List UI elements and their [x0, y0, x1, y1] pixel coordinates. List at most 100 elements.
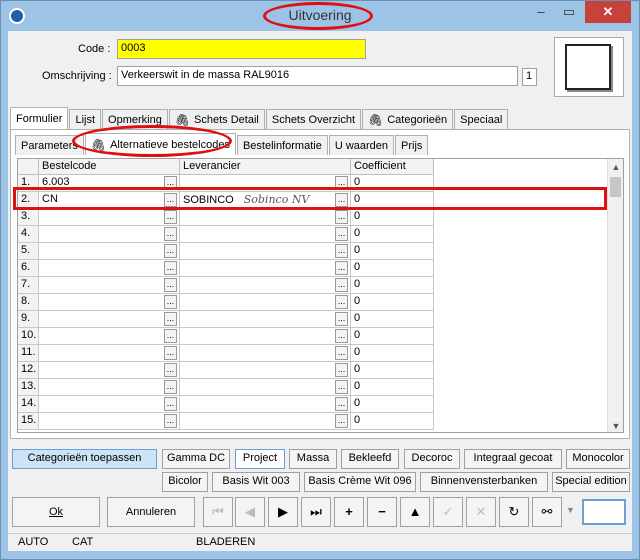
- close-button[interactable]: ✕: [585, 1, 631, 23]
- scroll-down-arrow-icon[interactable]: ▼: [608, 418, 623, 432]
- code-field[interactable]: 0003: [117, 39, 366, 59]
- subtab-u-waarden[interactable]: U waarden: [328, 135, 395, 155]
- coefficient-cell[interactable]: 0: [351, 294, 434, 311]
- coefficient-cell[interactable]: 0: [351, 362, 434, 379]
- prev-record-icon[interactable]: ◀: [235, 497, 265, 527]
- coefficient-cell[interactable]: 0: [351, 209, 434, 226]
- ellipsis-button[interactable]: ...: [164, 261, 177, 275]
- table-row[interactable]: 9. 0......: [18, 311, 438, 328]
- leverancier-cell[interactable]: [180, 362, 351, 379]
- ellipsis-button[interactable]: ...: [164, 312, 177, 326]
- ellipsis-button[interactable]: ...: [335, 397, 348, 411]
- leverancier-cell[interactable]: [180, 260, 351, 277]
- table-row[interactable]: 6. 0......: [18, 260, 438, 277]
- ellipsis-button[interactable]: ...: [164, 363, 177, 377]
- binoculars-search-icon[interactable]: ⚯: [532, 497, 562, 527]
- table-row[interactable]: 10. 0......: [18, 328, 438, 345]
- ellipsis-button[interactable]: ...: [164, 210, 177, 224]
- cat-basis-creme-wit-096-button[interactable]: Basis Crème Wit 096: [304, 472, 416, 492]
- table-row[interactable]: 7. 0......: [18, 277, 438, 294]
- ellipsis-button[interactable]: ...: [335, 261, 348, 275]
- cat-bekleefd-button[interactable]: Bekleefd: [341, 449, 399, 469]
- leverancier-cell[interactable]: [180, 209, 351, 226]
- ellipsis-button[interactable]: ...: [335, 278, 348, 292]
- edit-up-icon[interactable]: ▲: [400, 497, 430, 527]
- leverancier-cell[interactable]: [180, 277, 351, 294]
- leverancier-cell[interactable]: [180, 345, 351, 362]
- table-row[interactable]: 4. 0......: [18, 226, 438, 243]
- ellipsis-button[interactable]: ...: [335, 414, 348, 428]
- table-row[interactable]: 11. 0......: [18, 345, 438, 362]
- ellipsis-button[interactable]: ...: [335, 312, 348, 326]
- leverancier-cell[interactable]: [180, 311, 351, 328]
- ellipsis-button[interactable]: ...: [164, 414, 177, 428]
- last-record-icon[interactable]: ⏭: [301, 497, 331, 527]
- bestelcode-cell[interactable]: [39, 328, 180, 345]
- cat-monocolor-button[interactable]: Monocolor: [566, 449, 630, 469]
- leverancier-cell[interactable]: [180, 396, 351, 413]
- ellipsis-button[interactable]: ...: [335, 210, 348, 224]
- tab-schets-overzicht[interactable]: Schets Overzicht: [265, 109, 361, 129]
- search-dropdown-arrow-icon[interactable]: ▼: [566, 505, 575, 515]
- cat-bicolor-button[interactable]: Bicolor: [162, 472, 208, 492]
- table-row[interactable]: 12. 0......: [18, 362, 438, 379]
- coefficient-cell[interactable]: 0: [351, 396, 434, 413]
- refresh-icon[interactable]: ↻: [499, 497, 529, 527]
- leverancier-cell[interactable]: [180, 413, 351, 430]
- bestelcode-cell[interactable]: [39, 277, 180, 294]
- ellipsis-button[interactable]: ...: [164, 244, 177, 258]
- bestelcode-cell[interactable]: [39, 311, 180, 328]
- coefficient-cell[interactable]: 0: [351, 311, 434, 328]
- ellipsis-button[interactable]: ...: [164, 295, 177, 309]
- coefficient-cell[interactable]: 0: [351, 226, 434, 243]
- coefficient-cell[interactable]: 0: [351, 379, 434, 396]
- header-leverancier[interactable]: Leverancier: [180, 159, 351, 175]
- bestelcode-cell[interactable]: [39, 226, 180, 243]
- annuleren-button[interactable]: Annuleren: [107, 497, 195, 527]
- header-bestelcode[interactable]: Bestelcode: [39, 159, 180, 175]
- ellipsis-button[interactable]: ...: [335, 329, 348, 343]
- bestelcode-cell[interactable]: [39, 413, 180, 430]
- bestelcode-cell[interactable]: [39, 243, 180, 260]
- bestelcode-cell[interactable]: [39, 209, 180, 226]
- leverancier-cell[interactable]: [180, 328, 351, 345]
- cat-integraal-gecoat-button[interactable]: Integraal gecoat: [464, 449, 562, 469]
- cat-binnenvensterbanken-button[interactable]: Binnenvensterbanken: [420, 472, 548, 492]
- bestelcode-cell[interactable]: [39, 396, 180, 413]
- header-coefficient[interactable]: Coefficient: [351, 159, 434, 175]
- table-row[interactable]: 3. 0......: [18, 209, 438, 226]
- ellipsis-button[interactable]: ...: [335, 227, 348, 241]
- cat-gamma-dc-button[interactable]: Gamma DC: [162, 449, 230, 469]
- first-record-icon[interactable]: ⏮: [203, 497, 233, 527]
- coefficient-cell[interactable]: 0: [351, 328, 434, 345]
- ellipsis-button[interactable]: ...: [164, 278, 177, 292]
- bestelcode-cell[interactable]: [39, 345, 180, 362]
- coefficient-cell[interactable]: 0: [351, 277, 434, 294]
- ellipsis-button[interactable]: ...: [335, 244, 348, 258]
- tab-lijst[interactable]: Lijst: [69, 109, 102, 129]
- scroll-up-arrow-icon[interactable]: ▲: [608, 159, 623, 175]
- bestelcode-cell[interactable]: [39, 260, 180, 277]
- ellipsis-button[interactable]: ...: [164, 227, 177, 241]
- ellipsis-button[interactable]: ...: [164, 346, 177, 360]
- cat-massa-button[interactable]: Massa: [289, 449, 337, 469]
- bestelcode-cell[interactable]: [39, 379, 180, 396]
- confirm-check-icon[interactable]: ✓: [433, 497, 463, 527]
- coefficient-cell[interactable]: 0: [351, 260, 434, 277]
- scroll-thumb[interactable]: [610, 177, 621, 197]
- ellipsis-button[interactable]: ...: [335, 346, 348, 360]
- ellipsis-button[interactable]: ...: [164, 397, 177, 411]
- leverancier-cell[interactable]: [180, 226, 351, 243]
- leverancier-cell[interactable]: [180, 379, 351, 396]
- cat-decoroc-button[interactable]: Decoroc: [404, 449, 460, 469]
- table-row[interactable]: 15. 0......: [18, 413, 438, 430]
- ellipsis-button[interactable]: ...: [335, 363, 348, 377]
- table-row[interactable]: 5. 0......: [18, 243, 438, 260]
- leverancier-cell[interactable]: [180, 243, 351, 260]
- minimize-button[interactable]: –: [527, 1, 555, 23]
- ok-button[interactable]: Ok: [12, 497, 100, 527]
- table-row[interactable]: 14. 0......: [18, 396, 438, 413]
- coefficient-cell[interactable]: 0: [351, 345, 434, 362]
- coefficient-cell[interactable]: 0: [351, 243, 434, 260]
- ellipsis-button[interactable]: ...: [164, 380, 177, 394]
